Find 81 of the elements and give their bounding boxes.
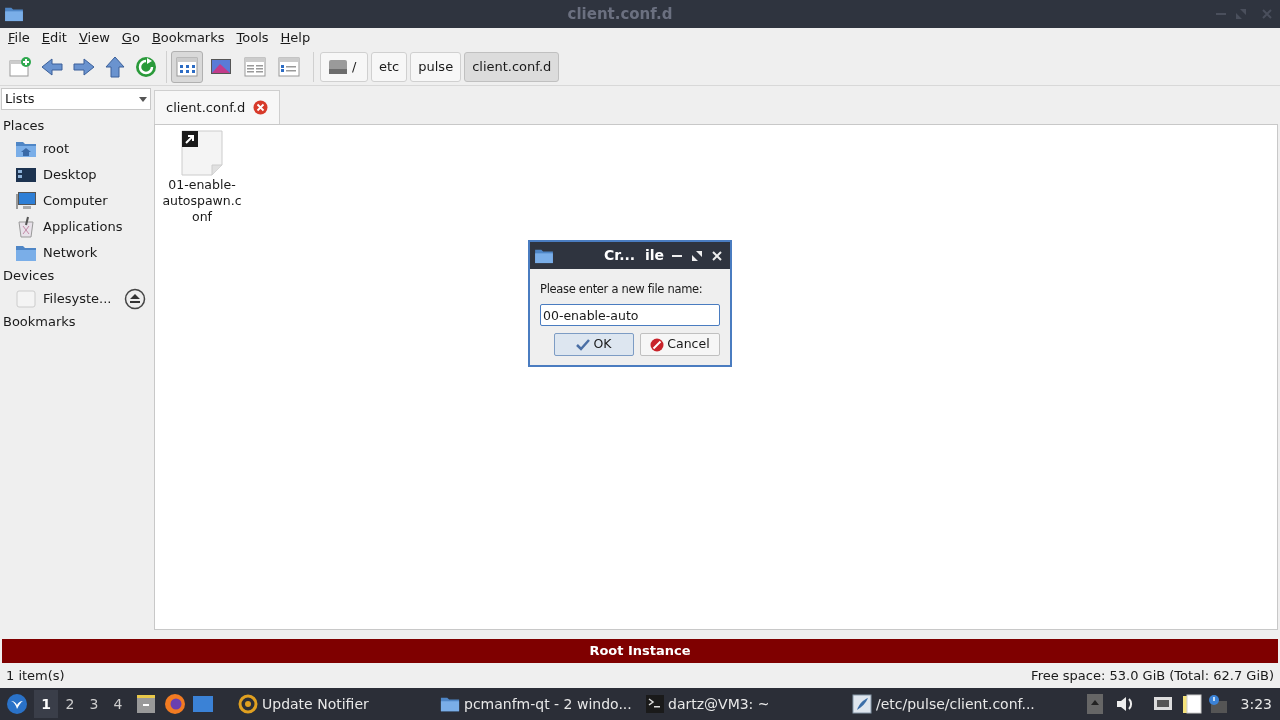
sidebar-mode-dropdown[interactable]: Lists bbox=[1, 88, 151, 110]
sidebar-item[interactable]: Computer bbox=[15, 191, 146, 211]
icon-view-icon bbox=[176, 56, 198, 77]
terminal-icon bbox=[646, 695, 664, 713]
caret-icon bbox=[139, 96, 147, 102]
applications-icon bbox=[16, 216, 36, 238]
close-icon[interactable] bbox=[712, 250, 722, 261]
thumbnail-view-icon bbox=[210, 56, 232, 77]
window-title: client.conf.d bbox=[566, 3, 674, 25]
window-icon[interactable] bbox=[192, 695, 214, 713]
volume-icon[interactable] bbox=[1114, 695, 1135, 713]
close-icon[interactable] bbox=[253, 100, 269, 115]
up-arrow-icon[interactable] bbox=[104, 55, 126, 78]
dialog-button[interactable]: OK bbox=[554, 333, 634, 357]
update-icon bbox=[238, 694, 258, 714]
menu-item[interactable]: Tools bbox=[230, 28, 275, 48]
sidebar-item[interactable]: Filesyste... bbox=[15, 289, 124, 309]
compact-view-icon bbox=[244, 56, 266, 77]
taskbar-task[interactable]: dartz@VM3: ~ bbox=[642, 690, 842, 718]
free-space-text: Free space: 53.0 GiB (Total: 62.7 GiB) bbox=[1031, 666, 1274, 685]
cancel-icon bbox=[650, 337, 665, 352]
menu-item[interactable]: Bookmarks bbox=[145, 28, 231, 48]
taskbar-task[interactable]: pcmanfm-qt - 2 windo... bbox=[436, 690, 636, 718]
path-button[interactable]: etc bbox=[371, 51, 408, 82]
detail-view-icon bbox=[278, 56, 300, 77]
status-text: 1 item(s) bbox=[6, 666, 65, 685]
path-button[interactable]: pulse bbox=[410, 51, 462, 82]
workspace-button[interactable]: 1 bbox=[34, 690, 58, 718]
workspace-button[interactable]: 4 bbox=[106, 690, 130, 718]
sidebar-item[interactable]: Desktop bbox=[15, 165, 146, 185]
sidebar-heading: Places bbox=[2, 117, 46, 135]
menu-item[interactable]: Help bbox=[274, 28, 317, 48]
folder-icon bbox=[440, 695, 460, 713]
desktop-icon bbox=[15, 167, 37, 183]
new-tab-icon[interactable] bbox=[8, 55, 32, 78]
sidebar-heading: Devices bbox=[2, 267, 56, 285]
sidebar-item[interactable]: root bbox=[15, 139, 146, 159]
reload-icon[interactable] bbox=[134, 54, 158, 79]
clock: 3:23 bbox=[1240, 694, 1272, 714]
menu-item[interactable]: Edit bbox=[35, 28, 73, 48]
file-name-field[interactable]: 00-enable-auto bbox=[540, 304, 720, 327]
eject-icon[interactable] bbox=[124, 288, 146, 310]
tab[interactable]: client.conf.d bbox=[154, 90, 281, 124]
maximize-icon[interactable] bbox=[692, 250, 702, 261]
back-arrow-icon[interactable] bbox=[40, 56, 64, 77]
path-button[interactable]: / bbox=[320, 51, 368, 82]
sidebar-item[interactable]: Applications bbox=[15, 216, 146, 238]
dialog-folder-icon bbox=[534, 247, 554, 264]
taskbar-task[interactable]: /etc/pulse/client.conf... bbox=[848, 690, 1048, 718]
computer-icon bbox=[15, 191, 37, 211]
drive-icon bbox=[328, 57, 348, 76]
network-folder-icon bbox=[15, 244, 37, 262]
checkmark-icon bbox=[576, 338, 591, 351]
dialog-prompt: Please enter a new file name: bbox=[540, 281, 704, 298]
browser-icon[interactable] bbox=[164, 693, 186, 715]
text-editor-icon bbox=[852, 694, 872, 714]
home-folder-icon bbox=[15, 140, 37, 158]
app-folder-icon bbox=[4, 6, 24, 22]
menu-item[interactable]: File bbox=[2, 28, 36, 48]
start-menu-icon[interactable] bbox=[6, 693, 28, 715]
drive-icon bbox=[15, 290, 37, 308]
menu-item[interactable]: View bbox=[72, 28, 116, 48]
workspace-button[interactable]: 2 bbox=[58, 690, 82, 718]
dialog-button[interactable]: Cancel bbox=[640, 333, 720, 357]
sidebar-heading: Bookmarks bbox=[2, 313, 77, 331]
notes-icon[interactable] bbox=[1180, 693, 1203, 715]
root-instance-banner: Root Instance bbox=[2, 639, 1278, 663]
file-cabinet-icon[interactable] bbox=[136, 694, 156, 714]
workspace-button[interactable]: 3 bbox=[82, 690, 106, 718]
path-button[interactable]: client.conf.d bbox=[464, 51, 560, 82]
view-mode-button[interactable] bbox=[171, 50, 203, 83]
dialog-title: Cr... ile bbox=[603, 246, 665, 265]
network-icon[interactable] bbox=[1152, 695, 1173, 713]
file-entry[interactable]: 01-enable-autospawn.conf bbox=[159, 129, 245, 225]
forward-arrow-icon[interactable] bbox=[72, 56, 96, 77]
tray-expand-icon[interactable] bbox=[1086, 694, 1103, 714]
file-name: 01-enable-autospawn.conf bbox=[162, 177, 242, 225]
notification-icon[interactable] bbox=[1206, 694, 1229, 714]
taskbar-task[interactable]: Update Notifier bbox=[234, 690, 430, 718]
menu-item[interactable]: Go bbox=[115, 28, 146, 48]
sidebar-item[interactable]: Network bbox=[15, 243, 146, 263]
